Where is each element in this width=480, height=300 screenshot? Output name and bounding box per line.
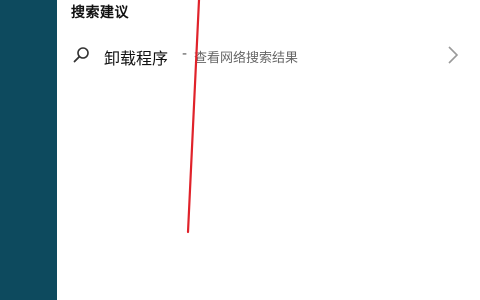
suggestion-subtitle: 查看网络搜索结果 [194,51,299,66]
search-suggestions-heading: 搜索建议 [71,5,129,21]
chevron-right-icon[interactable] [446,44,460,66]
suggestion-item-uninstall-programs[interactable]: 卸载程序 - 查看网络搜索结果 [60,36,478,74]
search-icon [73,47,89,63]
start-menu-rail [0,0,57,300]
search-panel: 搜索建议 卸载程序 - 查看网络搜索结果 [0,0,480,300]
suggestion-separator: - [182,46,188,62]
suggestion-title: 卸载程序 [104,49,169,68]
